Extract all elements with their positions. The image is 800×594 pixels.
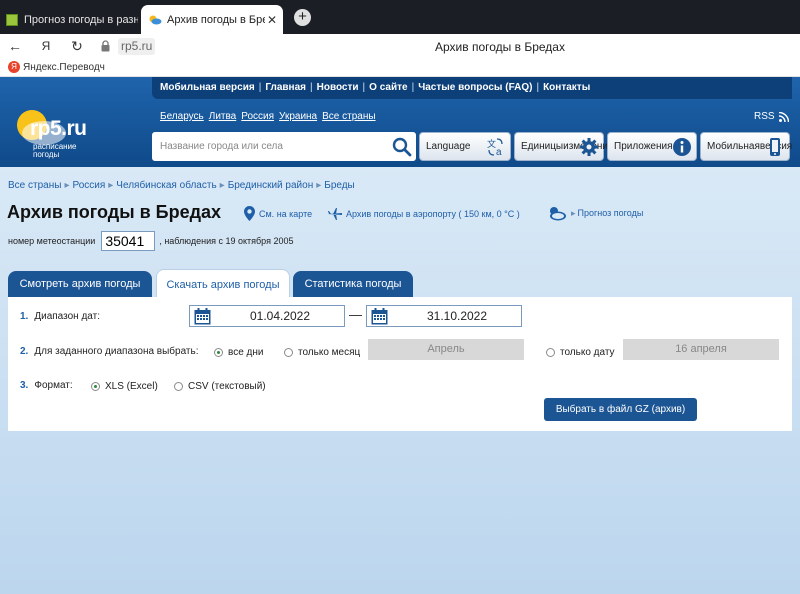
yandex-translate-icon: Я [8,61,20,73]
back-arrow-icon[interactable]: ← [7,38,23,54]
radio-unchecked-icon [174,382,183,391]
site-header: Мобильная версия | Главная | Новости | О сайте… [0,77,800,167]
top-navigation: Мобильная версия | Главная | Новости | О сайте… [152,77,792,99]
map-pin-icon [244,206,255,221]
date-to-field[interactable]: 31.10.2022 [366,305,522,327]
svg-text:文: 文 [487,138,496,149]
date-range-label: 1. Диапазон дат: [20,311,100,322]
country-ukraine[interactable]: Украина [279,111,317,122]
reload-icon[interactable]: ↻ [69,38,85,54]
yandex-button[interactable]: Я [38,38,54,54]
airport-archive-link[interactable]: Архив погоды в аэропорту ( 150 км, 0 °С … [328,208,520,220]
tab-statistics[interactable]: Статистика погоды [293,271,413,299]
observations-since: , наблюдения с 19 октября 2005 [159,236,294,246]
radio-only-month[interactable]: только месяц [284,347,360,358]
rss-icon [778,111,789,122]
rss-link[interactable]: RSS [754,111,789,122]
range-select-label: 2. Для заданного диапазона выбрать: [20,346,199,357]
nav-about[interactable]: О сайте [369,82,407,93]
breadcrumb-bredy-district[interactable]: Брединский район [228,180,314,191]
logo-text: rp5.ru [30,117,87,140]
format-label: 3. Формат: [20,380,73,391]
mobile-version-button[interactable]: Мобильнаяверсия [700,132,792,161]
download-gz-button[interactable]: Выбрать в файл GZ (архив) [544,398,697,421]
page-title: Архив погоды в Бредах [7,202,222,222]
gear-icon [580,138,598,156]
language-button[interactable]: Language 文 a [419,132,511,161]
radio-format-xls[interactable]: XLS (Excel) [91,381,158,392]
logo-subtitle: расписание погоды [33,142,77,159]
map-link[interactable]: См. на карте [244,206,312,221]
apps-button[interactable]: Приложения [607,132,697,161]
date-from-field[interactable]: 01.04.2022 [189,305,345,327]
calendar-icon[interactable] [371,308,388,325]
country-belarus[interactable]: Беларусь [160,111,204,122]
nav-news[interactable]: Новости [317,82,359,93]
lock-icon [101,40,110,52]
mobile-phone-icon [770,138,780,156]
country-lithuania[interactable]: Литва [209,111,237,122]
nav-faq[interactable]: Частые вопросы (FAQ) [418,82,532,93]
close-tab-icon[interactable]: ✕ [265,13,279,27]
site-favicon-icon [6,13,18,26]
radio-only-date[interactable]: только дату [546,347,615,358]
date-to-value: 31.10.2022 [426,309,488,323]
breadcrumb-bredy[interactable]: Бреды [324,180,355,191]
nav-mobile-version[interactable]: Мобильная версия [160,82,255,93]
translate-icon: 文 a [487,138,503,157]
breadcrumb-all-countries[interactable]: Все страны [8,180,61,191]
address-bar: ← Я ↻ rp5.ru Архив погоды в Бредах [0,34,800,59]
breadcrumb-russia[interactable]: Россия [72,180,105,191]
breadcrumb: Все страны ▸ Россия ▸ Челябинская область ▸ Бр… [8,180,355,191]
forecast-link[interactable]: ▸ Прогноз погоды [547,205,643,221]
tab-title: Архив погоды в Бредах [167,13,265,26]
tab-title: Прогноз погоды в разны [24,13,138,26]
city-search [152,132,416,161]
main-content: Все страны ▸ Россия ▸ Челябинская область ▸ Бр… [0,167,800,594]
cloud-favicon-icon [149,15,162,25]
browser-tab-bar: Прогноз погоды в разны Архив погоды в Бр… [0,0,800,34]
bookmark-yandex-translate[interactable]: Я Яндекс.Переводч [8,61,105,73]
radio-checked-icon [214,348,223,357]
cloud-sun-icon [550,207,566,221]
archive-tabs: Смотреть архив погоды Скачать архив пого… [8,269,792,299]
tab-view-archive[interactable]: Смотреть архив погоды [8,271,152,299]
radio-unchecked-icon [284,348,293,357]
station-info: номер метеостанции , наблюдения с 19 окт… [8,231,293,251]
radio-checked-icon [91,382,100,391]
browser-tab-archive[interactable]: Архив погоды в Бредах ✕ [141,5,283,34]
info-icon [673,138,691,156]
search-icon[interactable] [392,137,412,157]
units-button[interactable]: Единицыизмерений [514,132,614,161]
station-label: номер метеостанции [8,236,96,246]
nav-home[interactable]: Главная [265,82,306,93]
country-links: Беларусь Литва Россия Украина Все страны [160,111,381,122]
radio-unchecked-icon [546,348,555,357]
nav-contacts[interactable]: Контакты [543,82,590,93]
breadcrumb-chelyabinsk[interactable]: Челябинская область [116,180,216,191]
radio-all-days[interactable]: все дни [214,347,263,358]
month-select[interactable]: Апрель [368,339,524,360]
date-from-value: 01.04.2022 [249,309,311,323]
country-russia[interactable]: Россия [241,111,274,122]
new-tab-button[interactable]: + [294,9,311,26]
bookmarks-bar: Я Яндекс.Переводч [0,59,800,77]
browser-tab-forecast[interactable]: Прогноз погоды в разны [0,5,138,34]
download-form: 1. Диапазон дат: 01.04.2022 — 31.10.2022 … [8,297,792,431]
tab-download-archive[interactable]: Скачать архив погоды [156,269,290,299]
airplane-icon [328,208,342,220]
url-field[interactable]: rp5.ru [118,38,156,55]
bookmark-label: Яндекс.Переводч [23,61,105,73]
range-dash: — [349,307,362,322]
svg-text:a: a [496,147,502,157]
calendar-icon[interactable] [194,308,211,325]
date-select[interactable]: 16 апреля [623,339,779,360]
country-all[interactable]: Все страны [322,111,375,122]
city-search-input[interactable] [152,132,388,161]
radio-format-csv[interactable]: CSV (текстовый) [174,381,266,392]
station-number-field[interactable] [101,231,156,251]
